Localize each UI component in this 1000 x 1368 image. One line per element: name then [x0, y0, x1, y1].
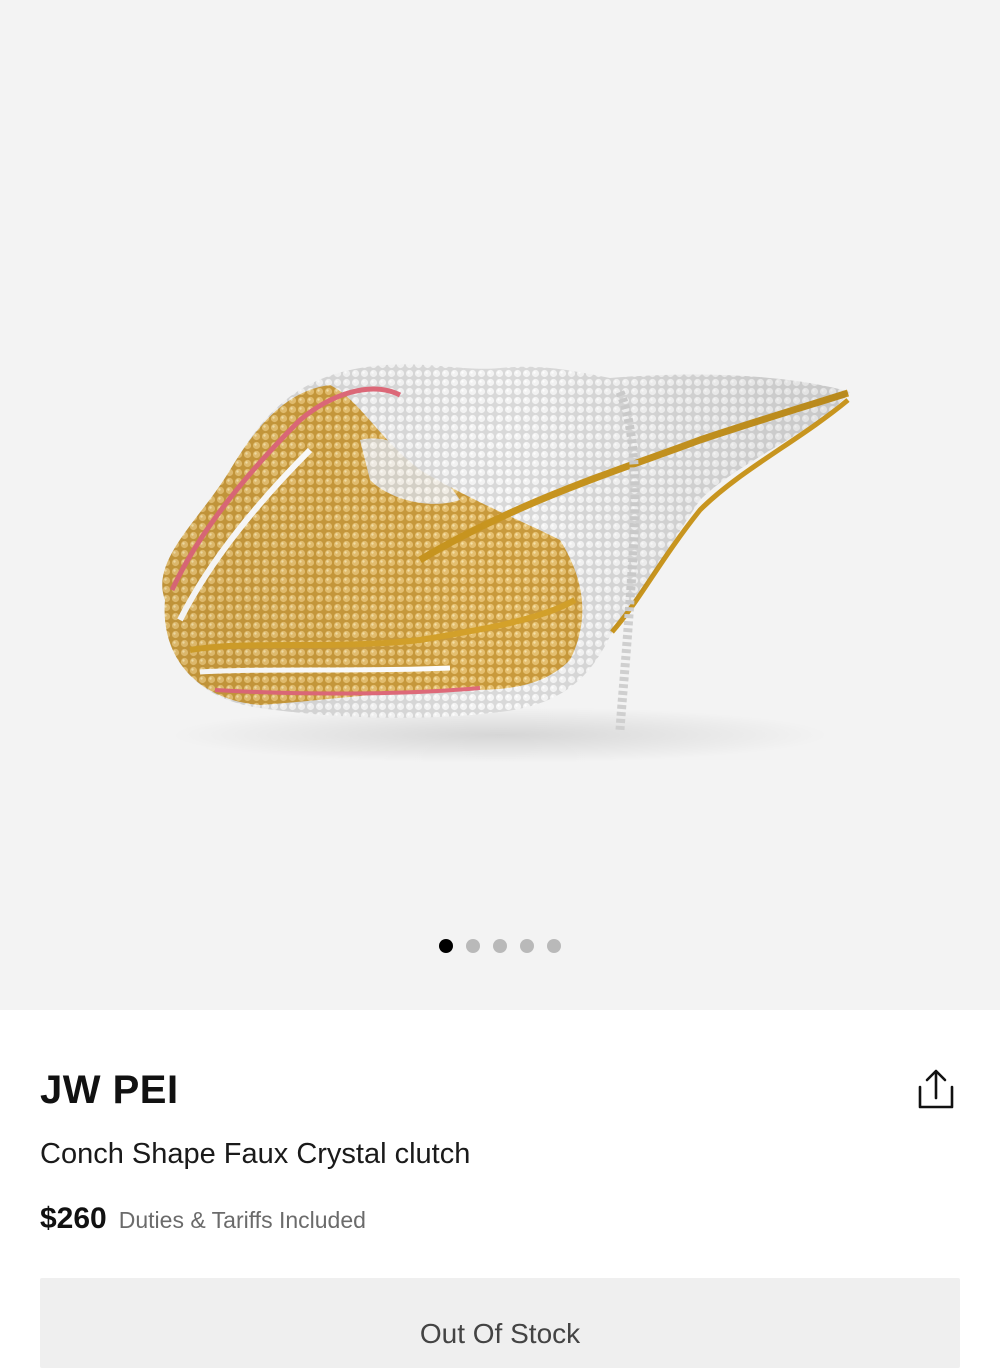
carousel-dot[interactable] [547, 939, 561, 953]
carousel-dot[interactable] [466, 939, 480, 953]
carousel-pagination [0, 937, 1000, 955]
price-row: $260 Duties & Tariffs Included [40, 1202, 366, 1236]
share-icon [918, 1069, 954, 1109]
product-info: JW PEI Conch Shape Faux Crystal clutch $… [0, 1010, 1000, 1368]
product-title: Conch Shape Faux Crystal clutch [40, 1138, 471, 1170]
carousel-dot[interactable] [493, 939, 507, 953]
product-price: $260 [40, 1202, 107, 1235]
out-of-stock-button[interactable]: Out Of Stock [40, 1278, 960, 1368]
carousel-dot[interactable] [520, 939, 534, 953]
product-image [162, 364, 851, 763]
share-button[interactable] [908, 1066, 964, 1114]
brand-name[interactable]: JW PEI [40, 1068, 179, 1113]
carousel-dot[interactable] [439, 939, 453, 953]
duties-note: Duties & Tariffs Included [118, 1207, 366, 1233]
product-image-gallery[interactable] [0, 0, 1000, 1010]
